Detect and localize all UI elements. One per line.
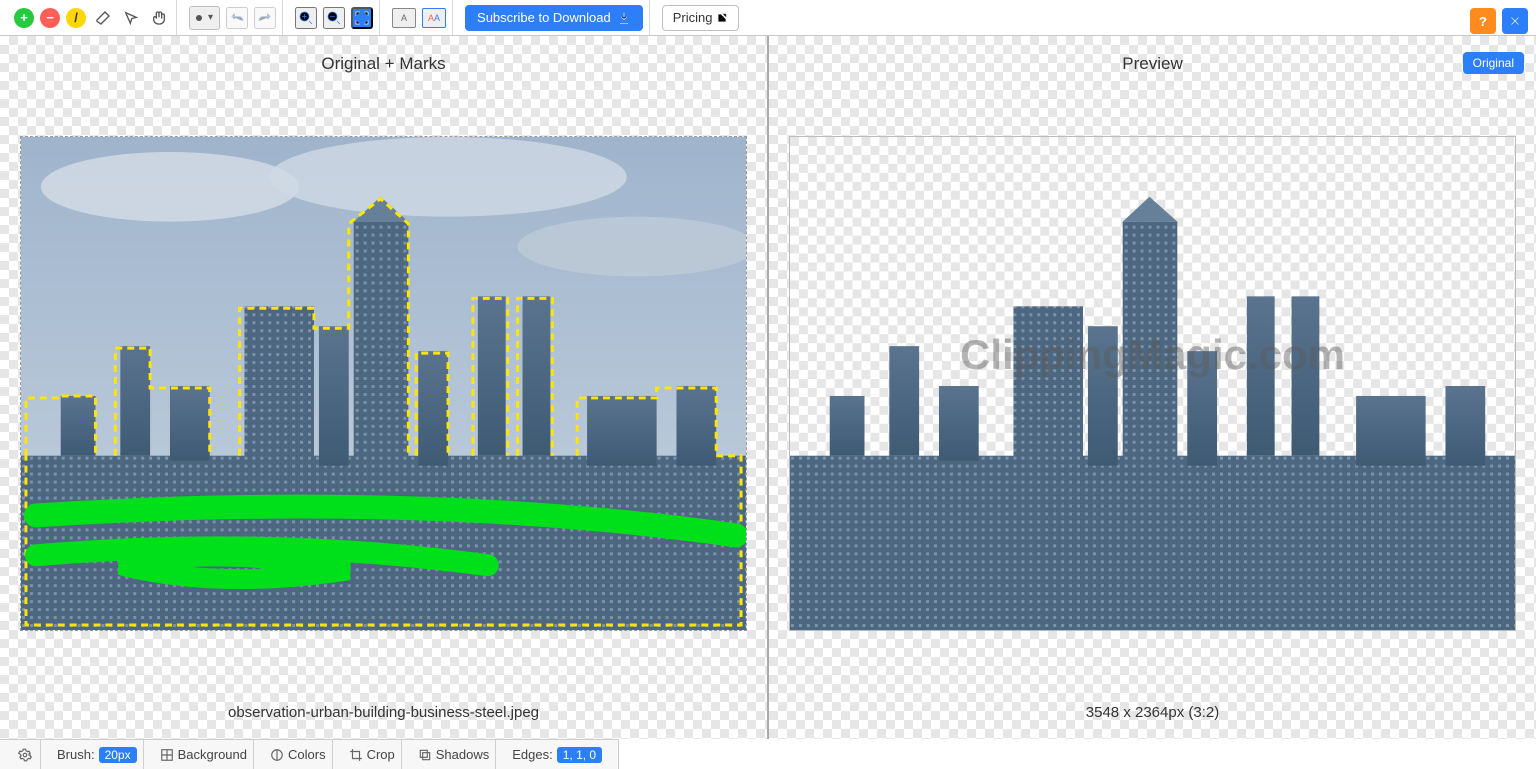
crop-seg[interactable]: Crop — [343, 740, 402, 769]
subscribe-label: Subscribe to Download — [477, 10, 611, 25]
zoom-in-button[interactable] — [295, 7, 317, 29]
compare-group: A AA — [386, 0, 453, 35]
bottom-toolbar: Brush: 20px Background Colors Crop Shado… — [0, 739, 619, 769]
window-controls: ? — [1470, 8, 1528, 34]
pan-button[interactable] — [148, 7, 170, 29]
filename-label: observation-urban-building-business-stee… — [0, 704, 767, 721]
close-button[interactable] — [1502, 8, 1528, 34]
scalpel-button[interactable]: / — [66, 8, 86, 28]
brush-dot-icon — [196, 15, 202, 21]
colors-icon — [270, 748, 284, 762]
brush-size-label: Brush: — [57, 747, 95, 762]
settings-seg — [10, 740, 41, 769]
shadows-icon — [418, 748, 432, 762]
split-view-button[interactable]: AA — [422, 8, 446, 28]
crop-icon — [349, 748, 363, 762]
background-seg[interactable]: Background — [154, 740, 254, 769]
single-view-button[interactable]: A — [392, 8, 416, 28]
colors-label: Colors — [288, 747, 326, 762]
preview-image — [790, 137, 1515, 630]
dimensions-label: 3548 x 2364px (3:2) — [769, 704, 1536, 721]
original-image — [21, 137, 746, 630]
eraser-button[interactable] — [92, 7, 114, 29]
mark-tools-group: + − / — [8, 0, 177, 35]
external-link-icon — [716, 12, 728, 24]
close-icon — [1508, 14, 1522, 28]
shadows-label: Shadows — [436, 747, 489, 762]
top-toolbar: + − / ▾ — [0, 0, 1536, 36]
pricing-group: Pricing — [656, 0, 746, 35]
fit-screen-button[interactable] — [351, 7, 373, 29]
pointer-button[interactable] — [120, 7, 142, 29]
remove-mark-button[interactable]: − — [40, 8, 60, 28]
chevron-down-icon: ▾ — [208, 12, 213, 23]
edges-seg[interactable]: Edges: 1, 1, 0 — [506, 740, 608, 769]
show-original-button[interactable]: Original — [1463, 52, 1524, 74]
crop-label: Crop — [367, 747, 395, 762]
preview-image-frame[interactable] — [789, 136, 1516, 631]
cta-group: Subscribe to Download — [459, 0, 650, 35]
redo-button[interactable] — [254, 7, 276, 29]
brush-size-value: 20px — [99, 747, 137, 763]
background-label: Background — [178, 747, 247, 762]
help-button[interactable]: ? — [1470, 8, 1496, 34]
download-icon — [617, 11, 631, 25]
zoom-group — [289, 0, 380, 35]
settings-button[interactable] — [16, 746, 34, 764]
gear-icon — [18, 748, 32, 762]
colors-seg[interactable]: Colors — [264, 740, 333, 769]
subscribe-download-button[interactable]: Subscribe to Download — [465, 5, 643, 31]
right-panel: Preview — [769, 36, 1536, 739]
zoom-out-button[interactable] — [323, 7, 345, 29]
shadows-seg[interactable]: Shadows — [412, 740, 496, 769]
left-panel-title: Original + Marks — [0, 54, 767, 74]
left-panel: Original + Marks — [0, 36, 769, 739]
pricing-label: Pricing — [673, 10, 713, 25]
brush-size-group: ▾ — [183, 0, 283, 35]
undo-button[interactable] — [226, 7, 248, 29]
right-panel-title: Preview — [769, 54, 1536, 74]
original-image-frame[interactable] — [20, 136, 747, 631]
brush-size-dropdown[interactable]: ▾ — [189, 6, 220, 30]
workspace: Original + Marks — [0, 36, 1536, 739]
background-icon — [160, 748, 174, 762]
brush-seg[interactable]: Brush: 20px — [51, 740, 144, 769]
keep-mark-button[interactable]: + — [14, 8, 34, 28]
pricing-button[interactable]: Pricing — [662, 5, 740, 31]
edges-value: 1, 1, 0 — [557, 747, 602, 763]
edges-label: Edges: — [512, 747, 552, 762]
